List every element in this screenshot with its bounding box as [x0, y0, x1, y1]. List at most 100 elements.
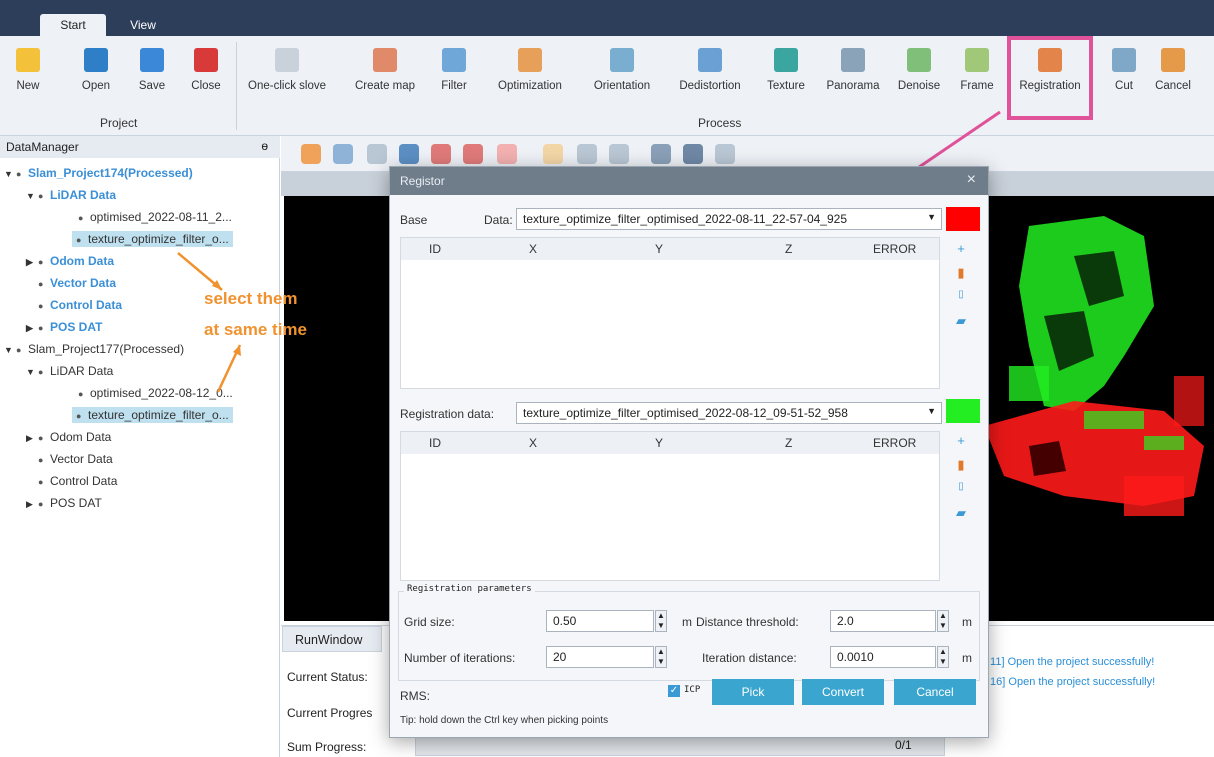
open-button[interactable]: Open: [74, 44, 118, 104]
orientation-button[interactable]: Orientation: [582, 44, 662, 104]
close-button[interactable]: Close: [184, 44, 228, 104]
panorama-icon: [841, 48, 865, 72]
frame-button[interactable]: Frame: [952, 44, 1002, 104]
tree-project-177[interactable]: ▼ ● Slam_Project177(Processed): [4, 342, 184, 356]
cylinder-icon[interactable]: [683, 144, 703, 164]
dialog-close-icon[interactable]: ×: [967, 171, 976, 189]
open-folder-icon[interactable]: ▰: [954, 313, 968, 329]
column-header: X: [529, 436, 538, 450]
distance-threshold-spinner[interactable]: ▲ ▼: [937, 610, 949, 632]
create-map-button[interactable]: Create map: [340, 44, 430, 104]
box-select-icon[interactable]: [609, 144, 629, 164]
tree-vector-data[interactable]: ● Vector Data: [38, 452, 113, 466]
clear-icon[interactable]: ▯: [954, 289, 968, 300]
tree-odom-data[interactable]: ▶ ● Odom Data: [26, 254, 114, 268]
tab-runwindow[interactable]: RunWindow: [282, 626, 382, 652]
iteration-distance-unit: m: [962, 651, 972, 665]
iteration-distance-input[interactable]: 0.0010: [830, 646, 936, 668]
column-header: ID: [429, 436, 441, 450]
2d-view-icon[interactable]: [497, 144, 517, 164]
tree-lidar-data[interactable]: ▼ ● LiDAR Data: [26, 188, 116, 202]
tab-start[interactable]: Start: [40, 14, 106, 36]
pan-hand-icon[interactable]: [367, 144, 387, 164]
frame-icon: [965, 48, 989, 72]
registration-highlight-box: [1007, 36, 1093, 120]
cancel-button[interactable]: Cancel: [894, 679, 976, 705]
column-header: Y: [655, 242, 664, 256]
distance-threshold-input[interactable]: 2.0: [830, 610, 936, 632]
new-button[interactable]: New: [8, 44, 48, 104]
group-label-process: Process: [698, 116, 742, 130]
clear-icon[interactable]: ▯: [954, 481, 968, 492]
save-button[interactable]: Save: [130, 44, 174, 104]
tree-pos-dat[interactable]: ▶ ● POS DAT: [26, 496, 102, 510]
denoise-button[interactable]: Denoise: [893, 44, 945, 104]
registor-dialog: Registor × Base Data: texture_optimize_f…: [389, 166, 989, 738]
tree-control-data[interactable]: ● Control Data: [38, 298, 122, 312]
add-point-icon[interactable]: +: [954, 241, 968, 256]
current-progress-label: Current Progres: [287, 706, 373, 720]
tree-lidar-item[interactable]: ● optimised_2022-08-11_2...: [78, 210, 232, 224]
tree-pos-dat[interactable]: ▶ ● POS DAT: [26, 320, 102, 334]
dedistortion-button[interactable]: Dedistortion: [664, 44, 756, 104]
cut-icon: [1112, 48, 1136, 72]
column-header: Z: [785, 242, 793, 256]
panorama-button[interactable]: Panorama: [818, 44, 888, 104]
filter-button[interactable]: Filter: [434, 44, 474, 104]
dialog-title: Registor: [400, 174, 445, 188]
reset-view-icon[interactable]: [463, 144, 483, 164]
tree-control-data[interactable]: ● Control Data: [38, 474, 117, 488]
tab-view[interactable]: View: [118, 14, 168, 36]
panel-title: DataManager: [6, 140, 79, 154]
grid-size-input[interactable]: 0.50: [546, 610, 654, 632]
zoom-out-icon[interactable]: [333, 144, 353, 164]
tree-project-174[interactable]: ▼ ● Slam_Project174(Processed): [4, 166, 193, 180]
current-status-label: Current Status:: [287, 670, 368, 684]
save-icon: [140, 48, 164, 72]
log-line: :16] Open the project successfully!: [987, 676, 1156, 688]
pin-icon[interactable]: ɵ: [261, 139, 268, 153]
registration-data-select[interactable]: texture_optimize_filter_optimised_2022-0…: [516, 402, 942, 424]
distance-threshold-label: Distance threshold:: [696, 615, 799, 629]
one-click-solve-button[interactable]: One-click slove: [240, 44, 334, 104]
open-folder-icon[interactable]: ▰: [954, 505, 968, 521]
cancel-ribbon-button[interactable]: Cancel: [1150, 44, 1196, 104]
grid-size-spinner[interactable]: ▲ ▼: [655, 610, 667, 632]
base-data-select[interactable]: texture_optimize_filter_optimised_2022-0…: [516, 208, 942, 230]
convert-button[interactable]: Convert: [802, 679, 884, 705]
tree-lidar-item-selected[interactable]: ● texture_optimize_filter_o...: [72, 231, 233, 247]
iterations-spinner[interactable]: ▲ ▼: [655, 646, 667, 668]
rotate-icon[interactable]: [431, 144, 451, 164]
grid-size-unit: m: [682, 615, 692, 629]
section-icon[interactable]: [651, 144, 671, 164]
delete-point-icon[interactable]: ▮: [954, 265, 968, 281]
point-pick-icon[interactable]: [543, 144, 563, 164]
new-icon: [16, 48, 40, 72]
delete-point-icon[interactable]: ▮: [954, 457, 968, 473]
tree-lidar-item-selected[interactable]: ● texture_optimize_filter_o...: [72, 407, 233, 423]
base-color-swatch[interactable]: [946, 207, 980, 231]
column-header: ID: [429, 242, 441, 256]
fit-view-icon[interactable]: [399, 144, 419, 164]
panorama-view-icon[interactable]: [715, 144, 735, 164]
registration-data-label: Registration data:: [400, 407, 495, 421]
registration-color-swatch[interactable]: [946, 399, 980, 423]
ribbon-tab-bar: Start View: [0, 0, 1214, 36]
cancel-icon: [1161, 48, 1185, 72]
sum-progress-value: 0/1: [895, 738, 912, 752]
optimization-button[interactable]: Optimization: [480, 44, 580, 104]
iterations-input[interactable]: 20: [546, 646, 654, 668]
tree-lidar-item[interactable]: ● optimised_2022-08-12_0...: [78, 386, 233, 400]
pick-button[interactable]: Pick: [712, 679, 794, 705]
tree-vector-data[interactable]: ● Vector Data: [38, 276, 116, 290]
icp-label: ICP: [684, 685, 701, 695]
tree-lidar-data[interactable]: ▼ ● LiDAR Data: [26, 364, 113, 378]
zoom-in-icon[interactable]: [301, 144, 321, 164]
tree-odom-data[interactable]: ▶ ● Odom Data: [26, 430, 111, 444]
iteration-distance-spinner[interactable]: ▲ ▼: [937, 646, 949, 668]
texture-button[interactable]: Texture: [758, 44, 814, 104]
icp-checkbox[interactable]: ✓: [668, 685, 680, 697]
add-point-icon[interactable]: +: [954, 433, 968, 448]
measure-icon[interactable]: [577, 144, 597, 164]
cut-button[interactable]: Cut: [1106, 44, 1142, 104]
